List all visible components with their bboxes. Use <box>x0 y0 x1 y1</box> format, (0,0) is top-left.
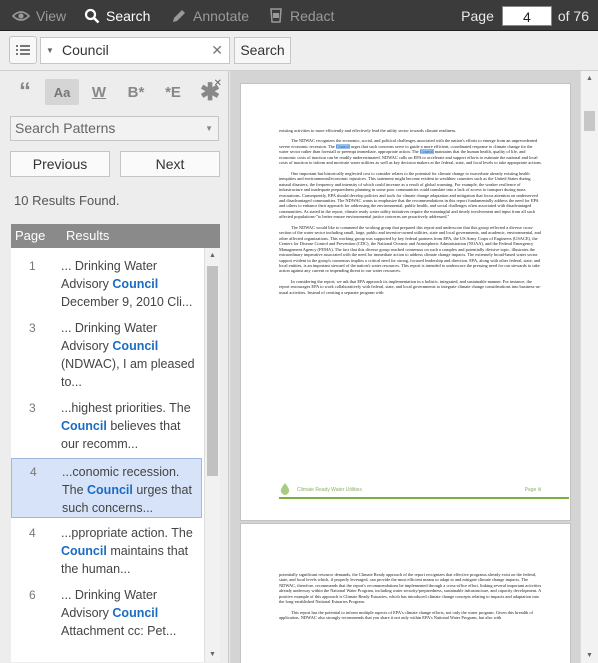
search-results-panel: ✕ “ Aa W B* *E ✱ Search Patterns ▼ Previ… <box>0 71 229 663</box>
search-options: “ Aa W B* *E ✱ <box>8 78 230 106</box>
result-row[interactable]: 6 ... Drinking Water Advisory Council At… <box>11 582 202 652</box>
search-hit[interactable]: Council <box>419 149 434 155</box>
redact-tool[interactable]: Redact <box>268 0 334 31</box>
search-tool[interactable]: Search <box>84 0 150 31</box>
results-table-header: Page Results <box>11 224 220 248</box>
page-footer: Climate Ready Water Utilities Page iii <box>279 482 569 499</box>
search-label: Search <box>106 7 151 24</box>
search-button[interactable]: Search <box>234 37 291 64</box>
redact-icon <box>270 8 282 23</box>
doc-paragraph: potentially significant resource demands… <box>279 572 542 605</box>
asterisk-icon: ✱ <box>199 78 221 106</box>
page-label: Page <box>461 7 494 24</box>
doc-paragraph: existing activities to more efficiently … <box>279 128 457 133</box>
scroll-up-icon[interactable]: ▲ <box>209 252 216 259</box>
document-scrollbar[interactable]: ▲ ▼ <box>580 71 598 663</box>
result-row-selected[interactable]: 4 ...conomic recession. The Council urge… <box>11 458 202 518</box>
doc-paragraph: One important but historically neglected… <box>279 170 539 220</box>
view-label: View <box>36 7 67 24</box>
document-page-5: potentially significant resource demands… <box>240 523 571 663</box>
doc-paragraph: This report has the potential to inform … <box>279 609 533 621</box>
top-toolbar: View Search Annotate Redact Page 4 of 76 <box>0 0 598 31</box>
annotate-tool[interactable]: Annotate <box>171 0 249 31</box>
page-navigator: Page 4 of 76 <box>461 0 589 31</box>
case-icon: Aa <box>53 84 71 100</box>
page-total: of 76 <box>557 7 589 24</box>
doc-paragraph: The NDWAC would like to commend the work… <box>279 224 541 274</box>
column-page: Page <box>15 228 46 243</box>
footer-rule <box>279 497 569 499</box>
whole-word-option[interactable]: W <box>82 79 116 105</box>
quote-icon: “ <box>19 78 31 105</box>
ends-with-icon: *E <box>165 83 181 101</box>
list-icon <box>16 45 30 55</box>
search-hit[interactable]: Council <box>335 143 350 149</box>
results-list: 1 ... Drinking Water Advisory Council De… <box>11 248 204 662</box>
starts-with-icon: B* <box>127 83 145 101</box>
document-scroll-thumb[interactable] <box>584 111 595 131</box>
whole-word-icon: W <box>91 83 107 101</box>
result-snippet: ...highest priorities. The Council belie… <box>61 401 191 451</box>
results-scrollbar[interactable]: ▲ ▼ <box>204 248 220 662</box>
match-case-option[interactable]: Aa <box>45 79 79 105</box>
view-tool[interactable]: View <box>12 0 66 31</box>
wildcard-option[interactable]: ✱ <box>193 78 227 106</box>
result-snippet: ...conomic recession. The Council urges … <box>62 465 192 515</box>
result-page: 4 <box>30 465 37 479</box>
chevron-down-icon: ▼ <box>205 124 213 133</box>
result-snippet: ...ppropriate action. The Council mainta… <box>61 526 193 576</box>
clear-search-icon[interactable]: ✕ <box>211 38 223 63</box>
water-drop-logo <box>280 483 290 495</box>
document-page-4: existing activities to more efficiently … <box>240 83 571 521</box>
result-page: 3 <box>29 321 36 335</box>
footer-page: Page iii <box>524 487 541 493</box>
search-query: Council <box>62 42 109 58</box>
footer-title: Climate Ready Water Utilities <box>297 487 362 493</box>
search-patterns-select[interactable]: Search Patterns ▼ <box>10 116 219 141</box>
search-icon <box>84 8 100 23</box>
scroll-down-icon[interactable]: ▼ <box>586 652 593 659</box>
doc-paragraph-highlighted: The NDWAC recognizes the economic, socia… <box>279 138 542 166</box>
page-number-input[interactable]: 4 <box>501 5 552 26</box>
ends-with-option[interactable]: *E <box>156 79 190 105</box>
result-snippet: ... Drinking Water Advisory Council Dece… <box>61 259 193 309</box>
result-page: 6 <box>29 588 36 602</box>
previous-result-button[interactable]: Previous <box>10 151 110 177</box>
results-scroll-thumb[interactable] <box>207 266 218 476</box>
result-page: 3 <box>29 401 36 415</box>
result-row[interactable]: 1 ... Drinking Water Advisory Council De… <box>11 253 202 312</box>
result-row[interactable]: 3 ... Drinking Water Advisory Council (N… <box>11 315 202 389</box>
search-input[interactable]: ▼ Council ✕ <box>40 37 230 64</box>
search-history-dropdown-icon[interactable]: ▼ <box>46 38 54 63</box>
exact-phrase-option[interactable]: “ <box>8 79 42 105</box>
results-count: 10 Results Found. <box>14 193 120 208</box>
eye-icon <box>12 10 30 21</box>
doc-paragraph: In considering the report, we ask that E… <box>279 278 541 295</box>
scroll-up-icon[interactable]: ▲ <box>586 75 593 82</box>
document-viewer: existing activities to more efficiently … <box>230 71 598 663</box>
result-page: 4 <box>29 526 36 540</box>
next-result-button[interactable]: Next <box>120 151 220 177</box>
annotate-label: Annotate <box>193 7 250 24</box>
result-row[interactable]: 4 ...ppropriate action. The Council main… <box>11 520 202 579</box>
starts-with-option[interactable]: B* <box>119 79 153 105</box>
search-bar: ▼ Council ✕ Search <box>0 31 598 71</box>
result-snippet: ... Drinking Water Advisory Council Atta… <box>61 588 177 638</box>
column-results: Results <box>66 228 110 243</box>
result-row[interactable]: 3 ...highest priorities. The Council bel… <box>11 395 202 454</box>
pencil-icon <box>173 9 185 22</box>
search-patterns-label: Search Patterns <box>15 120 116 136</box>
result-page: 1 <box>29 259 36 273</box>
scroll-down-icon[interactable]: ▼ <box>209 651 216 658</box>
redact-label: Redact <box>290 7 335 24</box>
toggle-results-button[interactable] <box>9 36 37 64</box>
result-snippet: ... Drinking Water Advisory Council (NDW… <box>61 321 195 389</box>
